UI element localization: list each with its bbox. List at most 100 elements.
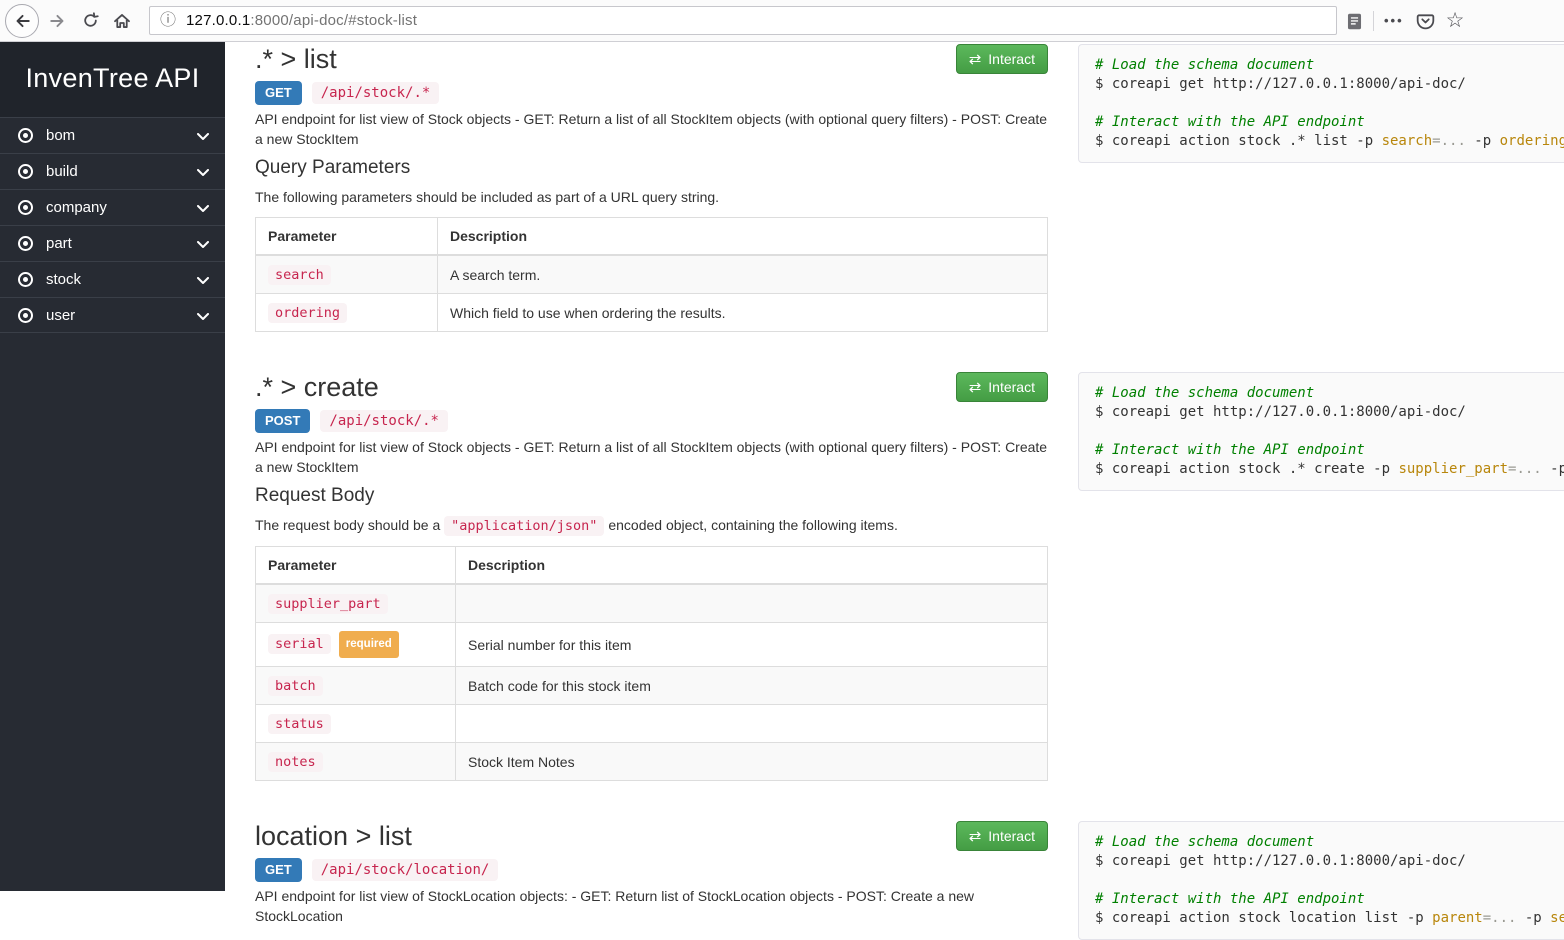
sidebar-item-label: bom bbox=[46, 127, 75, 144]
bullseye-icon bbox=[18, 128, 33, 143]
interact-label: Interact bbox=[988, 379, 1035, 395]
browser-toolbar: ⓘ 127.0.0.1:8000/api-doc/#stock-list •••… bbox=[0, 0, 1564, 42]
param-name: notes bbox=[268, 752, 323, 772]
param-cell: batch bbox=[256, 667, 456, 705]
endpoint-doc: .* > create ⇄Interact POST/api/stock/.* API… bbox=[255, 372, 1048, 781]
url-bar[interactable]: ⓘ 127.0.0.1:8000/api-doc/#stock-list bbox=[149, 6, 1337, 35]
description-cell: A search term. bbox=[438, 255, 1048, 294]
endpoint-title: .* > create bbox=[255, 372, 379, 403]
bullseye-icon bbox=[18, 272, 33, 287]
url-path: :8000/api-doc/#stock-list bbox=[250, 12, 417, 29]
interact-label: Interact bbox=[988, 51, 1035, 67]
bullseye-icon bbox=[18, 200, 33, 215]
param-name: ordering bbox=[268, 303, 347, 323]
bullseye-icon bbox=[18, 236, 33, 251]
endpoint-section: .* > create ⇄Interact POST/api/stock/.* API… bbox=[255, 372, 1564, 781]
table-header: Parameter bbox=[256, 547, 456, 585]
table-row: status bbox=[256, 705, 1048, 743]
table-row: search A search term. bbox=[256, 255, 1048, 294]
interact-button[interactable]: ⇄ Interact bbox=[956, 821, 1048, 851]
chevron-down-icon bbox=[197, 127, 209, 144]
body-heading: Request Body bbox=[255, 485, 1048, 507]
sidebar-item-part[interactable]: part bbox=[0, 225, 225, 261]
param-cell: serial required bbox=[256, 623, 456, 667]
bookmark-star-icon[interactable]: ☆ bbox=[1446, 10, 1465, 31]
endpoint-description: API endpoint for list view of Stock obje… bbox=[255, 437, 1048, 477]
endpoint-description: API endpoint for list view of Stock obje… bbox=[255, 109, 1048, 149]
bullseye-icon bbox=[18, 308, 33, 323]
parameters-table: ParameterDescriptionsupplier_partserialr… bbox=[255, 546, 1048, 781]
code-column: # Load the schema document$ coreapi get … bbox=[1078, 44, 1564, 332]
description-cell: Stock Item Notes bbox=[456, 743, 1048, 781]
param-cell: supplier_part bbox=[256, 584, 456, 623]
table-row: notes Stock Item Notes bbox=[256, 743, 1048, 781]
sidebar-item-label: company bbox=[46, 199, 107, 216]
sidebar-item-label: part bbox=[46, 235, 72, 252]
body-heading: Query Parameters bbox=[255, 157, 1048, 179]
body-intro: The request body should be a "applicatio… bbox=[255, 515, 1048, 536]
chevron-down-icon bbox=[197, 199, 209, 216]
sections: .* > list⇄InteractGET/api/stock/.*API en… bbox=[255, 44, 1564, 940]
more-actions-button[interactable]: ••• bbox=[1384, 13, 1404, 28]
bullseye-icon bbox=[18, 164, 33, 179]
reload-button[interactable] bbox=[81, 12, 99, 30]
method-badge: POST bbox=[255, 409, 310, 433]
param-name: supplier_part bbox=[268, 594, 388, 614]
reader-view-button[interactable] bbox=[1345, 12, 1363, 30]
sidebar: InvenTree API bom build company part stock us… bbox=[0, 42, 225, 891]
interact-label: Interact bbox=[988, 828, 1035, 844]
pocket-button[interactable] bbox=[1416, 12, 1434, 30]
table-header: Parameter bbox=[256, 218, 438, 256]
param-name: serial bbox=[268, 634, 331, 654]
toolbar-separator bbox=[1373, 11, 1374, 31]
exchange-icon: ⇄ bbox=[969, 52, 982, 67]
description-cell: Which field to use when ordering the res… bbox=[438, 294, 1048, 332]
interact-button[interactable]: ⇄Interact bbox=[956, 372, 1048, 402]
endpoint-description: API endpoint for list view of StockLocat… bbox=[255, 886, 1048, 926]
description-cell bbox=[456, 584, 1048, 623]
description-cell: Serial number for this item bbox=[456, 623, 1048, 667]
home-button[interactable] bbox=[113, 12, 131, 30]
sidebar-item-user[interactable]: user bbox=[0, 297, 225, 333]
endpoint-path: /api/stock/location/ bbox=[312, 859, 499, 881]
endpoint-doc: location > list⇄InteractGET/api/stock/lo… bbox=[255, 821, 1048, 940]
body-intro: The following parameters should be inclu… bbox=[255, 187, 1048, 207]
table-row: batchBatch code for this stock item bbox=[256, 667, 1048, 705]
url-text[interactable]: 127.0.0.1:8000/api-doc/#stock-list bbox=[186, 12, 417, 29]
param-name: search bbox=[268, 265, 331, 285]
url-host: 127.0.0.1 bbox=[186, 12, 250, 29]
code-column: # Load the schema document$ coreapi get … bbox=[1078, 821, 1564, 940]
exchange-icon: ⇄ bbox=[969, 829, 982, 844]
back-button[interactable] bbox=[5, 4, 39, 38]
chevron-down-icon bbox=[197, 235, 209, 252]
chevron-down-icon bbox=[197, 307, 209, 324]
sidebar-item-build[interactable]: build bbox=[0, 153, 225, 189]
required-badge: required bbox=[339, 631, 399, 658]
sidebar-item-label: stock bbox=[46, 271, 81, 288]
endpoint-path: /api/stock/.* bbox=[312, 82, 440, 104]
sidebar-item-company[interactable]: company bbox=[0, 189, 225, 225]
sidebar-item-bom[interactable]: bom bbox=[0, 117, 225, 153]
endpoint-path: /api/stock/.* bbox=[320, 410, 448, 432]
description-cell: Batch code for this stock item bbox=[456, 667, 1048, 705]
site-info-icon[interactable]: ⓘ bbox=[160, 13, 176, 29]
table-row: supplier_part bbox=[256, 584, 1048, 623]
chevron-down-icon bbox=[197, 271, 209, 288]
endpoint-section: location > list⇄InteractGET/api/stock/lo… bbox=[255, 821, 1564, 940]
param-cell: search bbox=[256, 255, 438, 294]
param-cell: notes bbox=[256, 743, 456, 781]
app-title: InvenTree API bbox=[26, 63, 200, 93]
back-arrow-icon bbox=[13, 12, 31, 30]
forward-button[interactable] bbox=[49, 12, 67, 30]
chevron-down-icon bbox=[197, 163, 209, 180]
sidebar-item-stock[interactable]: stock bbox=[0, 261, 225, 297]
coreapi-code-panel: # Load the schema document$ coreapi get … bbox=[1078, 44, 1564, 163]
param-cell: status bbox=[256, 705, 456, 743]
param-name: status bbox=[268, 714, 331, 734]
reload-icon bbox=[81, 12, 99, 30]
description-cell bbox=[456, 705, 1048, 743]
sidebar-header: InvenTree API bbox=[0, 42, 225, 117]
pocket-icon bbox=[1416, 12, 1434, 30]
sidebar-item-label: build bbox=[46, 163, 78, 180]
interact-button[interactable]: ⇄ Interact bbox=[956, 44, 1048, 74]
